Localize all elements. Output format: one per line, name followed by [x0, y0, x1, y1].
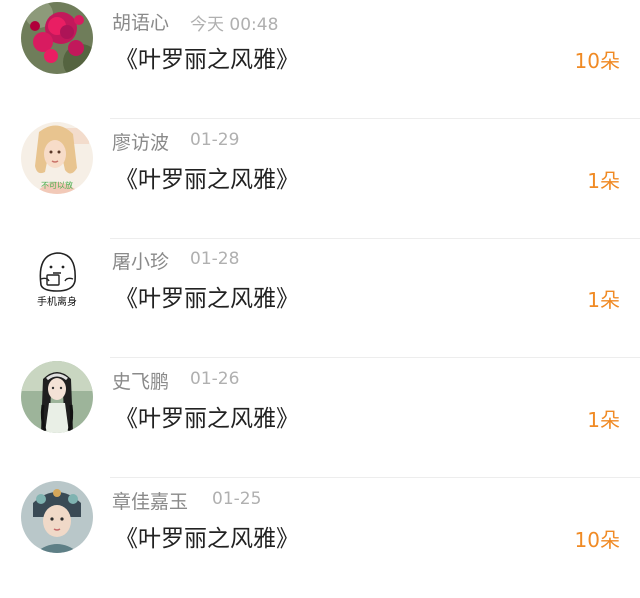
avatar[interactable]	[21, 361, 93, 433]
list-item[interactable]: 胡语心 今天 00:48 《叶罗丽之风雅》 10朵	[0, 0, 640, 119]
divider	[110, 118, 640, 119]
braided-girl-avatar-icon	[21, 361, 93, 433]
divider	[110, 357, 640, 358]
avatar-caption: 手机离身	[37, 295, 77, 308]
avatar[interactable]	[21, 2, 93, 74]
work-title[interactable]: 《叶罗丽之风雅》	[115, 279, 299, 313]
avatar[interactable]: 手机离身	[21, 241, 93, 313]
sender-name: 屠小珍	[112, 251, 170, 273]
list-item[interactable]: 史飞鹏 01-26 《叶罗丽之风雅》 1朵	[0, 359, 640, 478]
avatar[interactable]	[21, 481, 93, 553]
flower-count: 1朵	[587, 169, 620, 193]
send-time: 01-26	[190, 369, 240, 389]
sender-name: 史飞鹏	[112, 371, 170, 393]
work-title[interactable]: 《叶罗丽之风雅》	[115, 399, 299, 433]
list-item[interactable]: 章佳嘉玉 01-25 《叶罗丽之风雅》 10朵	[0, 479, 640, 598]
list-item[interactable]: 不可以放 廖访波 01-29 《叶罗丽之风雅》 1朵	[0, 120, 640, 239]
sender-name: 廖访波	[112, 132, 170, 154]
rose-avatar-icon	[21, 2, 93, 74]
work-title[interactable]: 《叶罗丽之风雅》	[115, 519, 299, 553]
work-title[interactable]: 《叶罗丽之风雅》	[115, 160, 299, 194]
send-time: 01-28	[190, 249, 240, 269]
divider	[110, 477, 640, 478]
gift-list: 胡语心 今天 00:48 《叶罗丽之风雅》 10朵 不可以放 廖访波 01-29…	[0, 0, 640, 559]
flower-count: 1朵	[587, 408, 620, 432]
avatar-caption: 不可以放	[41, 180, 73, 190]
flower-count: 10朵	[574, 528, 620, 552]
send-time: 今天 00:48	[190, 15, 279, 35]
avatar[interactable]: 不可以放	[21, 122, 93, 194]
sender-name: 胡语心	[112, 12, 170, 34]
sketch-meme-avatar-icon: 手机离身	[21, 241, 93, 313]
costume-girl-avatar-icon	[21, 481, 93, 553]
work-title[interactable]: 《叶罗丽之风雅》	[115, 40, 299, 74]
list-item[interactable]: 手机离身 屠小珍 01-28 《叶罗丽之风雅》 1朵	[0, 239, 640, 358]
send-time: 01-29	[190, 130, 240, 150]
blonde-girl-avatar-icon: 不可以放	[21, 122, 93, 194]
flower-count: 10朵	[574, 49, 620, 73]
sender-name: 章佳嘉玉	[112, 491, 189, 513]
flower-count: 1朵	[587, 288, 620, 312]
send-time: 01-25	[212, 489, 262, 509]
